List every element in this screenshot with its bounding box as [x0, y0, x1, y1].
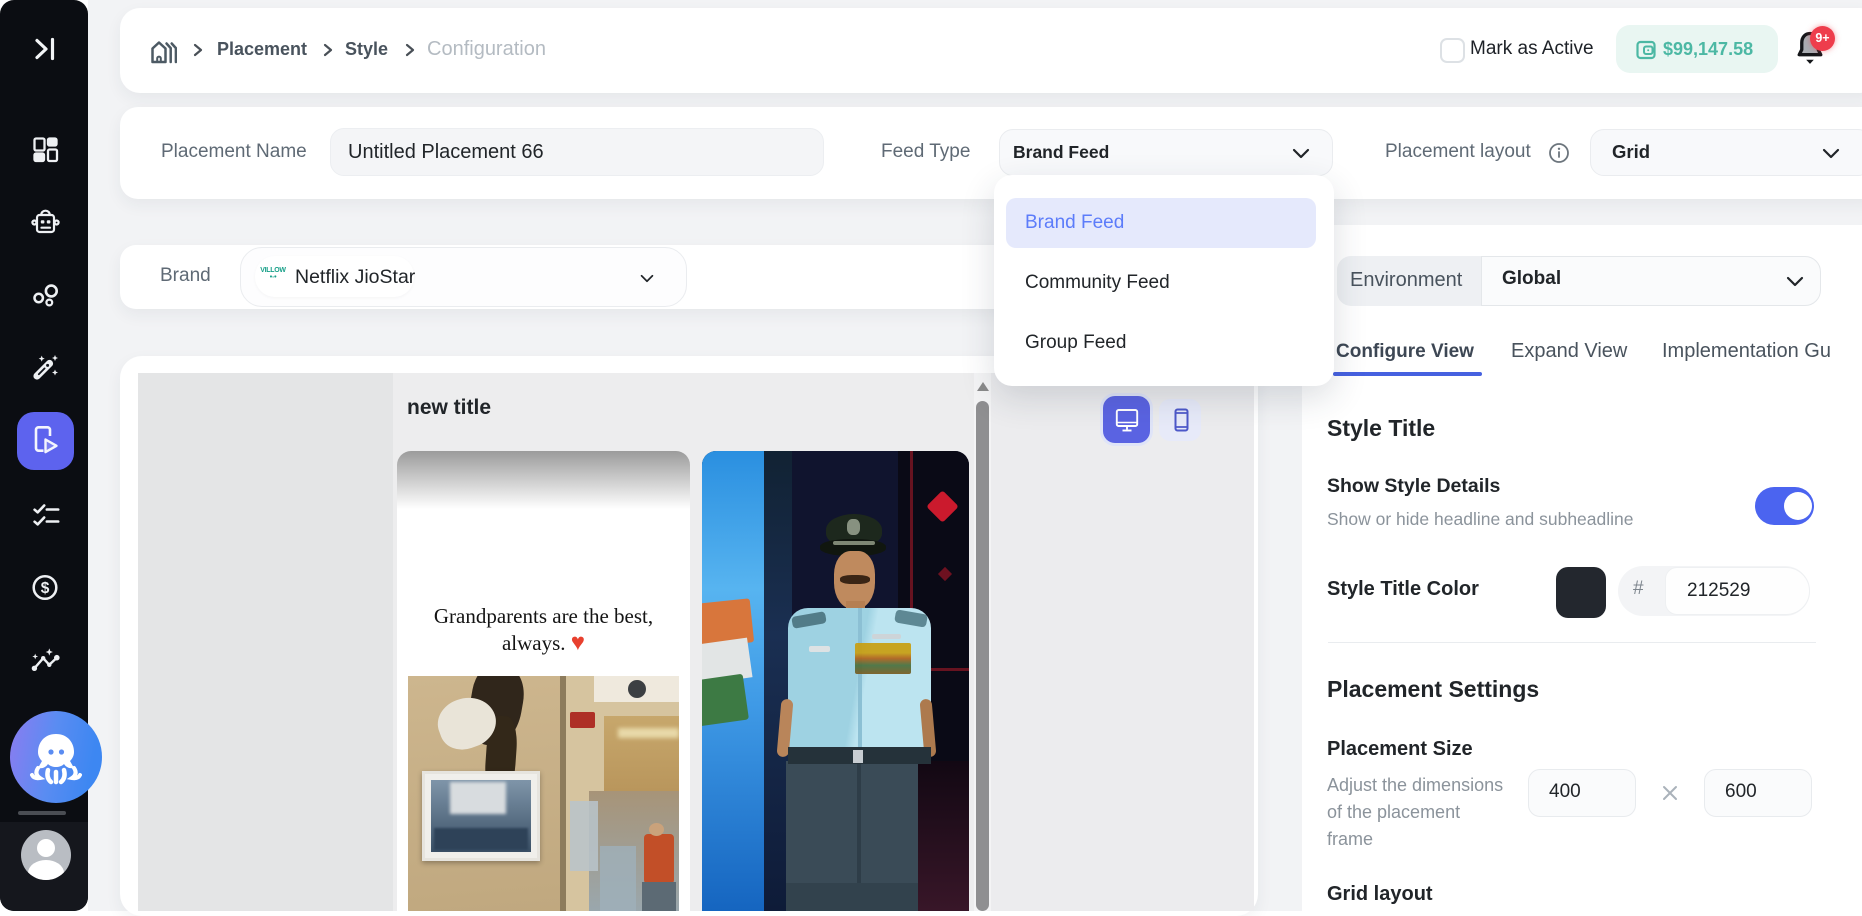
svg-text:$: $: [41, 580, 50, 597]
